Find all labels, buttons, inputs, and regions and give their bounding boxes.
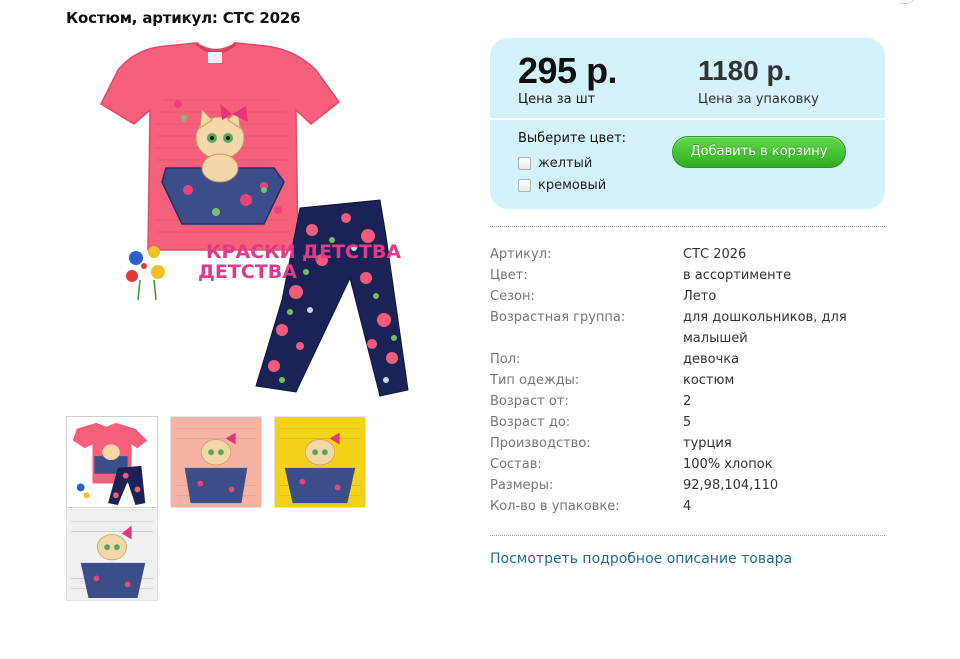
spec-value: для дошкольников, для малышей	[683, 310, 847, 346]
spec-value: костюм	[683, 373, 735, 388]
thumbnail-yellow-shirt[interactable]	[274, 416, 366, 508]
spec-row: Артикул: СТС 2026	[490, 244, 885, 265]
spec-value: 2	[683, 394, 692, 409]
spec-label: Цвет:	[490, 268, 528, 283]
pack-price: 1180 р.	[698, 55, 792, 86]
spec-label: Возраст до:	[490, 415, 571, 430]
spec-value: 4	[683, 499, 692, 514]
spec-value: 100% хлопок	[683, 457, 773, 472]
unit-price-caption: Цена за шт	[518, 92, 596, 107]
main-product-image[interactable]: КРАСКИ ДЕТСТВА ДЕТСТВА	[96, 40, 426, 405]
spec-label: Состав:	[490, 457, 542, 472]
thumbnail-coral-set[interactable]	[66, 416, 158, 508]
pack-price-caption: Цена за упаковку	[698, 92, 819, 107]
price-section: 295 р. Цена за шт 1180 р. Цена за упаков…	[490, 38, 885, 120]
spec-label: Производство:	[490, 436, 591, 451]
color-select-title: Выберите цвет:	[518, 131, 627, 146]
spec-label: Возраст от:	[490, 394, 569, 409]
detailed-description-link[interactable]: Посмотреть подробное описание товара	[490, 551, 792, 567]
unit-price: 295 р.	[518, 50, 618, 91]
page-title: Костюм, артикул: СТС 2026	[66, 9, 301, 27]
thumbnail-white-shirt[interactable]	[66, 509, 158, 601]
color-option-label: кремовый	[538, 178, 607, 193]
spec-row: Возраст от: 2	[490, 391, 885, 412]
spec-value: 92,98,104,110	[683, 478, 779, 493]
spec-value: турция	[683, 436, 732, 451]
price-box: 295 р. Цена за шт 1180 р. Цена за упаков…	[490, 38, 885, 209]
spec-label: Кол-во в упаковке:	[490, 499, 620, 514]
divider	[490, 535, 885, 536]
spec-value: 5	[683, 415, 692, 430]
color-option-yellow[interactable]: желтый	[518, 156, 592, 171]
divider	[490, 226, 885, 227]
unit-price-block: 295 р. Цена за шт	[518, 50, 618, 108]
spec-value: девочка	[683, 352, 740, 367]
spec-value: в ассортименте	[683, 268, 792, 283]
spec-label: Размеры:	[490, 478, 554, 493]
svg-text:ДЕТСТВА: ДЕТСТВА	[198, 261, 297, 283]
spec-value: Лето	[683, 289, 717, 304]
thumbnail-peach-shirt[interactable]	[170, 416, 262, 508]
spec-label: Тип одежды:	[490, 373, 580, 388]
color-option-cream[interactable]: кремовый	[518, 178, 606, 193]
add-to-cart-button[interactable]: Добавить в корзину	[672, 136, 846, 168]
spec-label: Сезон:	[490, 289, 535, 304]
spec-row: Возрастная группа: для дошкольников, для…	[490, 307, 885, 349]
corner-decoration	[900, 0, 916, 4]
spec-row: Производство: турция	[490, 433, 885, 454]
spec-row: Кол-во в упаковке: 4	[490, 496, 885, 517]
spec-row: Размеры: 92,98,104,110	[490, 475, 885, 496]
spec-row: Тип одежды: костюм	[490, 370, 885, 391]
spec-row: Пол: девочка	[490, 349, 885, 370]
color-checkbox-yellow[interactable]	[518, 157, 531, 170]
spec-label: Возрастная группа:	[490, 310, 626, 325]
color-checkbox-cream[interactable]	[518, 179, 531, 192]
spec-label: Артикул:	[490, 247, 552, 262]
pack-price-block: 1180 р. Цена за упаковку	[698, 51, 819, 107]
color-option-label: желтый	[538, 156, 593, 171]
spec-row: Возраст до: 5	[490, 412, 885, 433]
spec-label: Пол:	[490, 352, 521, 367]
spec-value: СТС 2026	[683, 247, 747, 262]
brand-logo-text: КРАСКИ ДЕТСТВА	[206, 241, 401, 263]
spec-row: Состав: 100% хлопок	[490, 454, 885, 475]
spec-row: Сезон: Лето	[490, 286, 885, 307]
product-specs: Артикул: СТС 2026 Цвет: в ассортименте С…	[490, 244, 885, 517]
spec-row: Цвет: в ассортименте	[490, 265, 885, 286]
